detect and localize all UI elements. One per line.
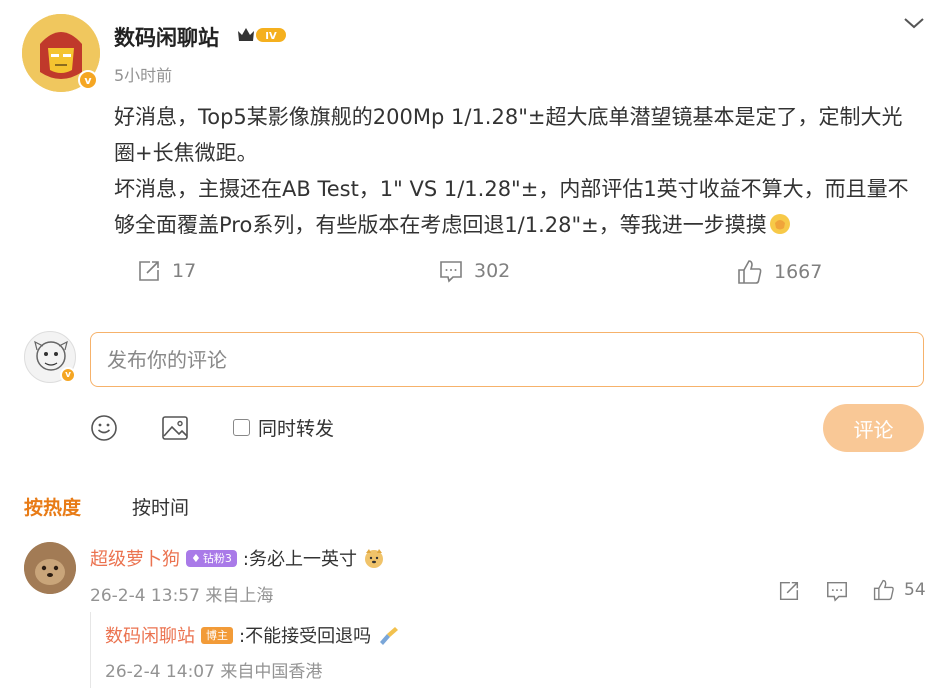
repost-checkbox-label: 同时转发 [258, 418, 335, 440]
comment-text: :务必上一英寸 [242, 549, 357, 570]
dog-avatar-icon [24, 542, 76, 594]
verified-badge: v [60, 367, 76, 383]
post-paragraph: 坏消息，主摄还在AB Test，1" VS 1/1.28"±，内部评估1英寸收益… [114, 177, 909, 237]
comment-input[interactable] [90, 332, 924, 387]
comment-item: 超级萝卜狗 ♦ 钻粉3 :务必上一英寸 [90, 545, 385, 571]
doge-emoji-icon [364, 549, 383, 568]
like-count: 1667 [774, 261, 823, 283]
emoji-button[interactable] [90, 414, 118, 446]
reply-username[interactable]: 数码闲聊站 [105, 622, 195, 648]
repost-checkbox[interactable]: 同时转发 [233, 414, 334, 441]
comment-meta: 26-2-4 13:57 来自上海 [90, 586, 274, 606]
comment-username[interactable]: 超级萝卜狗 [90, 545, 180, 571]
author-badge: 博主 [201, 626, 233, 644]
thumbs-up-icon [873, 579, 894, 601]
fan-badge-label: 钻粉3 [202, 552, 232, 565]
like-button[interactable]: 1667 [736, 258, 822, 286]
reply-text: :不能接受回退吗 [239, 626, 372, 647]
comment-like-button[interactable]: 54 [872, 578, 926, 602]
rank-crown-icon: IV [236, 25, 290, 45]
image-button[interactable] [161, 414, 189, 446]
repost-count: 17 [172, 260, 197, 282]
fist-emoji-icon [769, 214, 790, 234]
image-icon [162, 416, 188, 440]
comment-share-button[interactable] [777, 579, 801, 607]
submit-comment-button[interactable]: 评论 [823, 404, 924, 452]
post-body: 好消息，Top5某影像旗舰的200Mp 1/1.28"±超大底单潜望镜基本是定了… [114, 99, 914, 243]
smiley-icon [91, 415, 117, 441]
comment-reply-button[interactable] [825, 579, 849, 607]
post-author-name[interactable]: 数码闲聊站 [114, 22, 219, 52]
reply-item: 数码闲聊站 博主 :不能接受回退吗 [105, 622, 399, 648]
tab-sort-hot[interactable]: 按热度 [24, 493, 81, 520]
comment-like-count: 54 [904, 580, 926, 600]
tab-sort-time[interactable]: 按时间 [132, 493, 189, 520]
chevron-down-icon[interactable] [903, 16, 925, 30]
thumbs-up-icon [738, 260, 762, 284]
diamond-icon: ♦ [191, 551, 201, 565]
checkbox-box[interactable] [233, 419, 250, 436]
comment-icon [440, 261, 462, 283]
cheers-emoji-icon [380, 627, 399, 645]
post-time: 5小时前 [114, 66, 173, 85]
comment-count: 302 [474, 260, 511, 282]
reply-meta: 26-2-4 14:07 来自中国香港 [105, 662, 323, 682]
comment-button[interactable]: 302 [438, 258, 510, 284]
fan-badge: ♦ 钻粉3 [186, 549, 237, 567]
repost-icon [139, 261, 159, 281]
repost-button[interactable]: 17 [136, 258, 196, 284]
commenter-avatar[interactable] [24, 542, 76, 594]
verified-badge: v [78, 70, 98, 90]
post-paragraph: 好消息，Top5某影像旗舰的200Mp 1/1.28"±超大底单潜望镜基本是定了… [114, 105, 903, 165]
comment-icon [827, 581, 847, 602]
rank-level-label: IV [265, 31, 277, 42]
share-icon [779, 581, 799, 601]
